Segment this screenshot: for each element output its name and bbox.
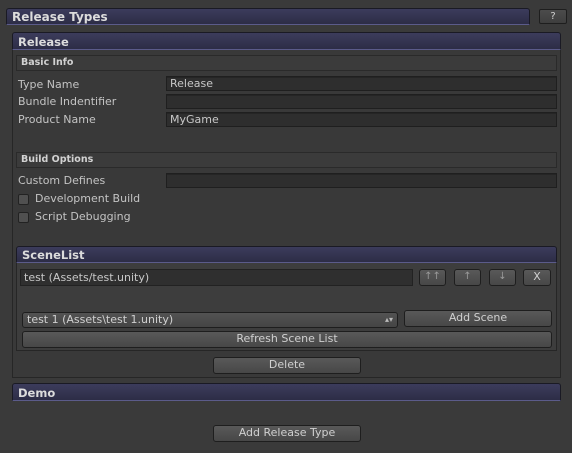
move-up-button[interactable]: ↑ (454, 269, 481, 286)
development-build-label: Development Build (35, 192, 141, 205)
scene-dropdown[interactable]: test 1 (Assets\test 1.unity) ▴▾ (22, 312, 398, 328)
add-scene-label: Add Scene (448, 311, 508, 324)
up-arrow-icon: ↑ (463, 271, 472, 282)
build-options-header: Build Options (16, 152, 557, 168)
add-release-type-label: Add Release Type (238, 426, 336, 439)
window-title-bar: Release Types (6, 8, 530, 25)
refresh-scene-list-button[interactable]: Refresh Scene List (22, 331, 552, 348)
bundle-identifier-field[interactable] (166, 94, 557, 109)
basic-info-header: Basic Info (16, 55, 557, 71)
close-icon: X (533, 270, 541, 283)
move-top-button[interactable]: ↑↑ (419, 269, 446, 286)
product-name-label: Product Name (18, 113, 96, 126)
product-name-field[interactable]: MyGame (166, 112, 557, 127)
custom-defines-field[interactable] (166, 173, 557, 188)
down-arrow-icon: ↓ (498, 271, 507, 282)
move-down-button[interactable]: ↓ (489, 269, 516, 286)
release-section-title: Release (18, 35, 69, 49)
help-icon: ? (550, 11, 556, 22)
custom-defines-label: Custom Defines (18, 174, 106, 187)
demo-section-header[interactable]: Demo (12, 383, 561, 401)
development-build-checkbox[interactable] (18, 194, 29, 205)
delete-button[interactable]: Delete (213, 357, 361, 374)
type-name-field[interactable]: Release (166, 76, 557, 91)
script-debugging-label: Script Debugging (35, 210, 131, 223)
delete-label: Delete (268, 358, 306, 371)
window-title: Release Types (12, 10, 108, 24)
add-release-type-button[interactable]: Add Release Type (213, 425, 361, 442)
bundle-identifier-label: Bundle Indentifier (18, 95, 117, 108)
demo-section-title: Demo (18, 386, 56, 400)
build-options-title: Build Options (21, 154, 94, 165)
dropdown-arrows-icon: ▴▾ (384, 315, 393, 324)
refresh-scene-list-label: Refresh Scene List (236, 332, 338, 345)
remove-scene-button[interactable]: X (523, 269, 551, 286)
scene-list-title: SceneList (22, 248, 85, 262)
type-name-label: Type Name (18, 78, 80, 91)
help-button[interactable]: ? (539, 9, 567, 24)
script-debugging-checkbox[interactable] (18, 212, 29, 223)
scene-list-item[interactable]: test (Assets/test.unity) (20, 269, 413, 286)
add-scene-button[interactable]: Add Scene (404, 310, 552, 327)
scene-list-header: SceneList (16, 246, 557, 263)
scene-dropdown-value: test 1 (Assets\test 1.unity) (27, 313, 174, 326)
basic-info-title: Basic Info (21, 57, 74, 68)
release-section-header[interactable]: Release (12, 32, 561, 50)
double-up-arrow-icon: ↑↑ (424, 271, 441, 282)
